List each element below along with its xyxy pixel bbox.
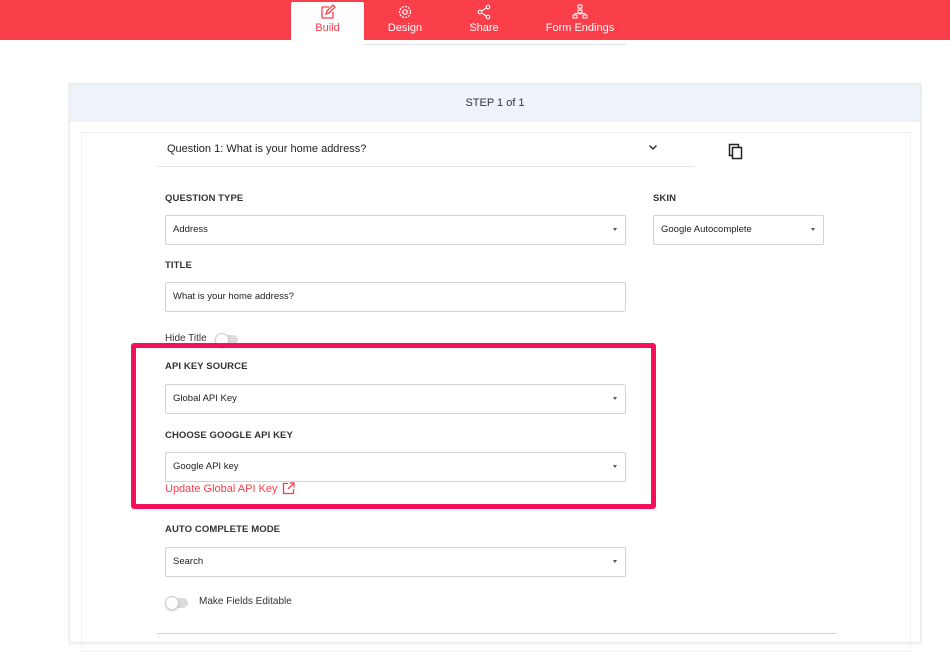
tab-share-label: Share [469,22,499,34]
caret-down-icon [613,397,617,400]
caret-down-icon [811,228,815,231]
skin-value: Google Autocomplete [661,224,752,235]
auto-complete-mode-value: Search [173,556,204,567]
question-type-select[interactable]: Address [165,215,626,245]
caret-down-icon [613,560,617,563]
top-navigation-bar: Build Design Share Form Endings [0,0,950,40]
auto-complete-mode-label: AUTO COMPLETE MODE [165,524,281,535]
title-input[interactable]: What is your home address? [165,282,626,312]
api-key-source-label: API KEY SOURCE [165,361,248,372]
question-accordion-header[interactable]: Question 1: What is your home address? [157,133,694,167]
update-global-api-key-link[interactable]: Update Global API Key [165,482,295,495]
skin-select[interactable]: Google Autocomplete [653,215,824,245]
title-input-value: What is your home address? [173,291,294,302]
external-link-icon [282,482,295,495]
title-label: TITLE [165,260,192,271]
gear-icon [398,5,412,19]
question-type-value: Address [173,224,208,235]
make-fields-editable-toggle[interactable] [165,596,188,610]
tab-form-endings[interactable]: Form Endings [540,0,620,40]
tab-divider [364,44,626,45]
tab-form-endings-label: Form Endings [545,22,615,34]
tab-design[interactable]: Design [372,0,438,40]
google-api-key-label: CHOOSE GOOGLE API KEY [165,430,293,441]
share-icon [477,4,491,20]
tab-share[interactable]: Share [456,0,512,40]
question-type-label: QUESTION TYPE [165,193,244,204]
sitemap-icon [572,4,588,19]
api-key-source-value: Global API Key [173,393,237,404]
skin-label: SKIN [653,193,677,204]
tab-design-label: Design [387,22,423,34]
toggle-knob [165,596,179,610]
caret-down-icon [613,465,617,468]
tab-build-label: Build [315,22,340,34]
google-api-key-select[interactable]: Google API key [165,452,626,482]
tab-build[interactable]: Build [291,2,364,40]
make-fields-editable-label: Make Fields Editable [199,596,292,607]
step-header: STEP 1 of 1 [70,84,920,122]
auto-complete-mode-select[interactable]: Search [165,547,626,577]
google-api-key-value: Google API key [173,461,239,472]
edit-icon [320,4,336,19]
caret-down-icon [613,228,617,231]
update-link-label: Update Global API Key [165,483,278,495]
chevron-down-icon[interactable] [648,133,658,165]
question-title: Question 1: What is your home address? [167,143,367,155]
api-key-source-select[interactable]: Global API Key [165,384,626,414]
divider [157,633,837,634]
copy-icon[interactable] [728,143,744,161]
